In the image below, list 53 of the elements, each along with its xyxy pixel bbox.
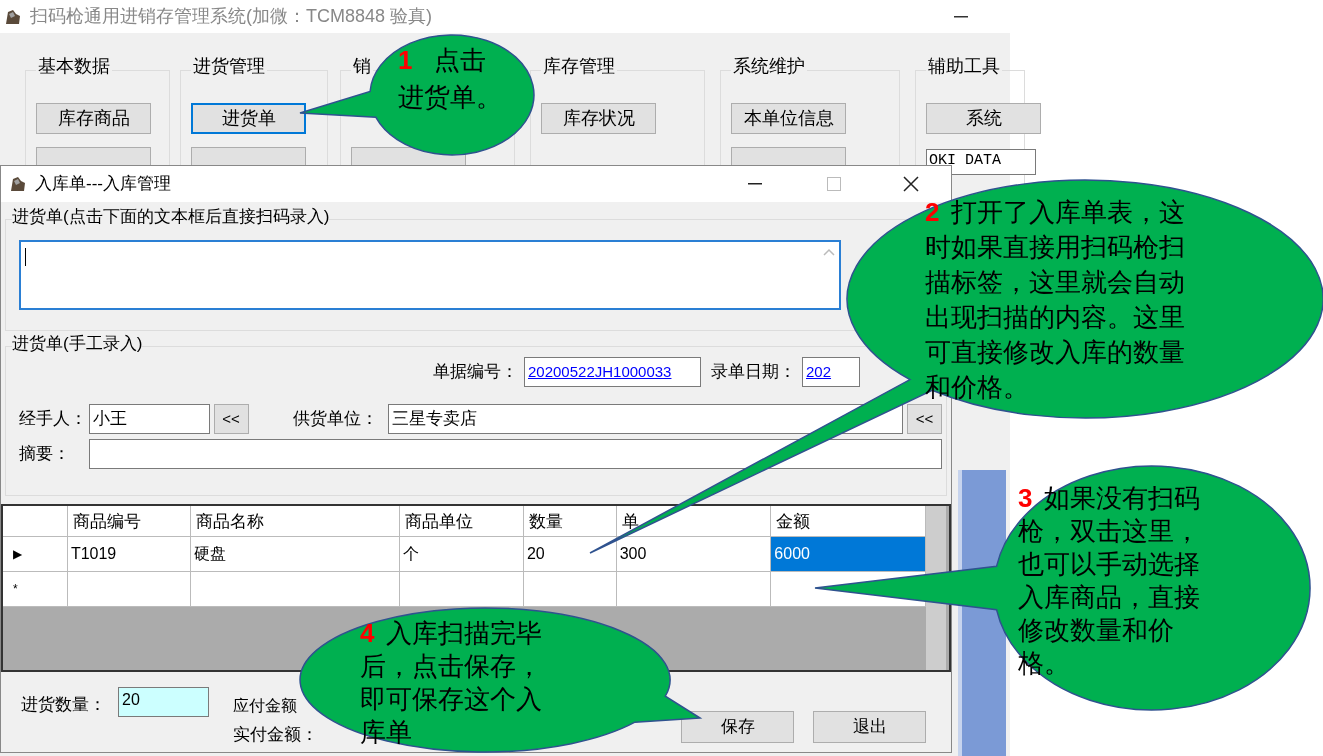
input-field[interactable]: [88, 439, 942, 469]
close-icon[interactable]: [903, 176, 919, 192]
lookup-button[interactable]: <<: [213, 404, 249, 434]
column-header: 商品编号: [67, 506, 191, 536]
toolbar-button[interactable]: 库存状况: [541, 103, 656, 134]
scan-input[interactable]: [19, 240, 841, 310]
group-legend: 进货单(手工录入): [12, 335, 143, 352]
input-field[interactable]: 小王: [88, 404, 210, 434]
table-cell[interactable]: T1019: [67, 537, 191, 571]
field-label: 摘要：: [19, 443, 71, 466]
toolbar-button[interactable]: 库存商品: [36, 103, 151, 134]
lookup-button[interactable]: <<: [907, 404, 942, 434]
table-row[interactable]: *: [3, 572, 926, 607]
table-cell[interactable]: 6000: [771, 537, 926, 571]
group-title: 销: [351, 57, 373, 75]
field-label: 经手人：: [19, 408, 88, 431]
app-icon: [4, 7, 22, 26]
table-row[interactable]: ▶ T1019 硬盘 个 20 300 6000: [3, 537, 926, 572]
group-legend: 进货单(点击下面的文本框后直接扫码录入): [12, 208, 330, 225]
field-label: 应付金额: [233, 696, 297, 716]
toolbar-button[interactable]: 系统: [926, 103, 1041, 134]
column-header: 商品名称: [190, 506, 401, 536]
field-label: 录单日期：: [711, 361, 796, 384]
toolbar-button[interactable]: 进货单: [191, 103, 306, 134]
group-title: 辅助工具: [926, 57, 1002, 75]
window-title: 扫码枪通用进销存管理系统(加微：TCM8848 验真): [30, 5, 433, 28]
window-title: 入库单---入库管理: [35, 173, 171, 196]
minimize-icon[interactable]: [748, 183, 762, 185]
table-cell[interactable]: 硬盘: [190, 537, 401, 571]
maximize-icon[interactable]: [827, 177, 841, 191]
column-header: 商品单位: [400, 506, 524, 536]
toolbar-button[interactable]: 本单位信息: [731, 103, 846, 134]
scroll-up-icon[interactable]: [823, 248, 835, 256]
table-cell[interactable]: 个: [400, 537, 524, 571]
save-button[interactable]: 保存: [681, 711, 794, 743]
callout-text: 1 点击进货单。: [398, 44, 503, 114]
field-label: 实付金额：: [233, 724, 318, 746]
exit-button[interactable]: 退出: [813, 711, 926, 743]
input-field[interactable]: 202: [802, 357, 860, 387]
group-title: 进货管理: [191, 57, 267, 75]
field-label: 单据编号：: [433, 361, 518, 384]
minimize-icon[interactable]: [954, 15, 968, 18]
field-label: 进货数量：: [21, 694, 106, 716]
input-field[interactable]: 三星专卖店: [388, 404, 903, 434]
field-label: 供货单位：: [292, 408, 379, 431]
group-title: 基本数据: [36, 57, 112, 75]
group-title: 系统维护: [731, 57, 807, 75]
column-header: 数量: [523, 506, 617, 536]
printer-dropdown[interactable]: OKI DATA: [926, 149, 1036, 175]
input-field[interactable]: 20200522JH1000033: [524, 357, 701, 387]
quantity-field[interactable]: 20: [118, 687, 209, 717]
group-title: 库存管理: [541, 57, 617, 75]
app-icon: [9, 175, 27, 193]
